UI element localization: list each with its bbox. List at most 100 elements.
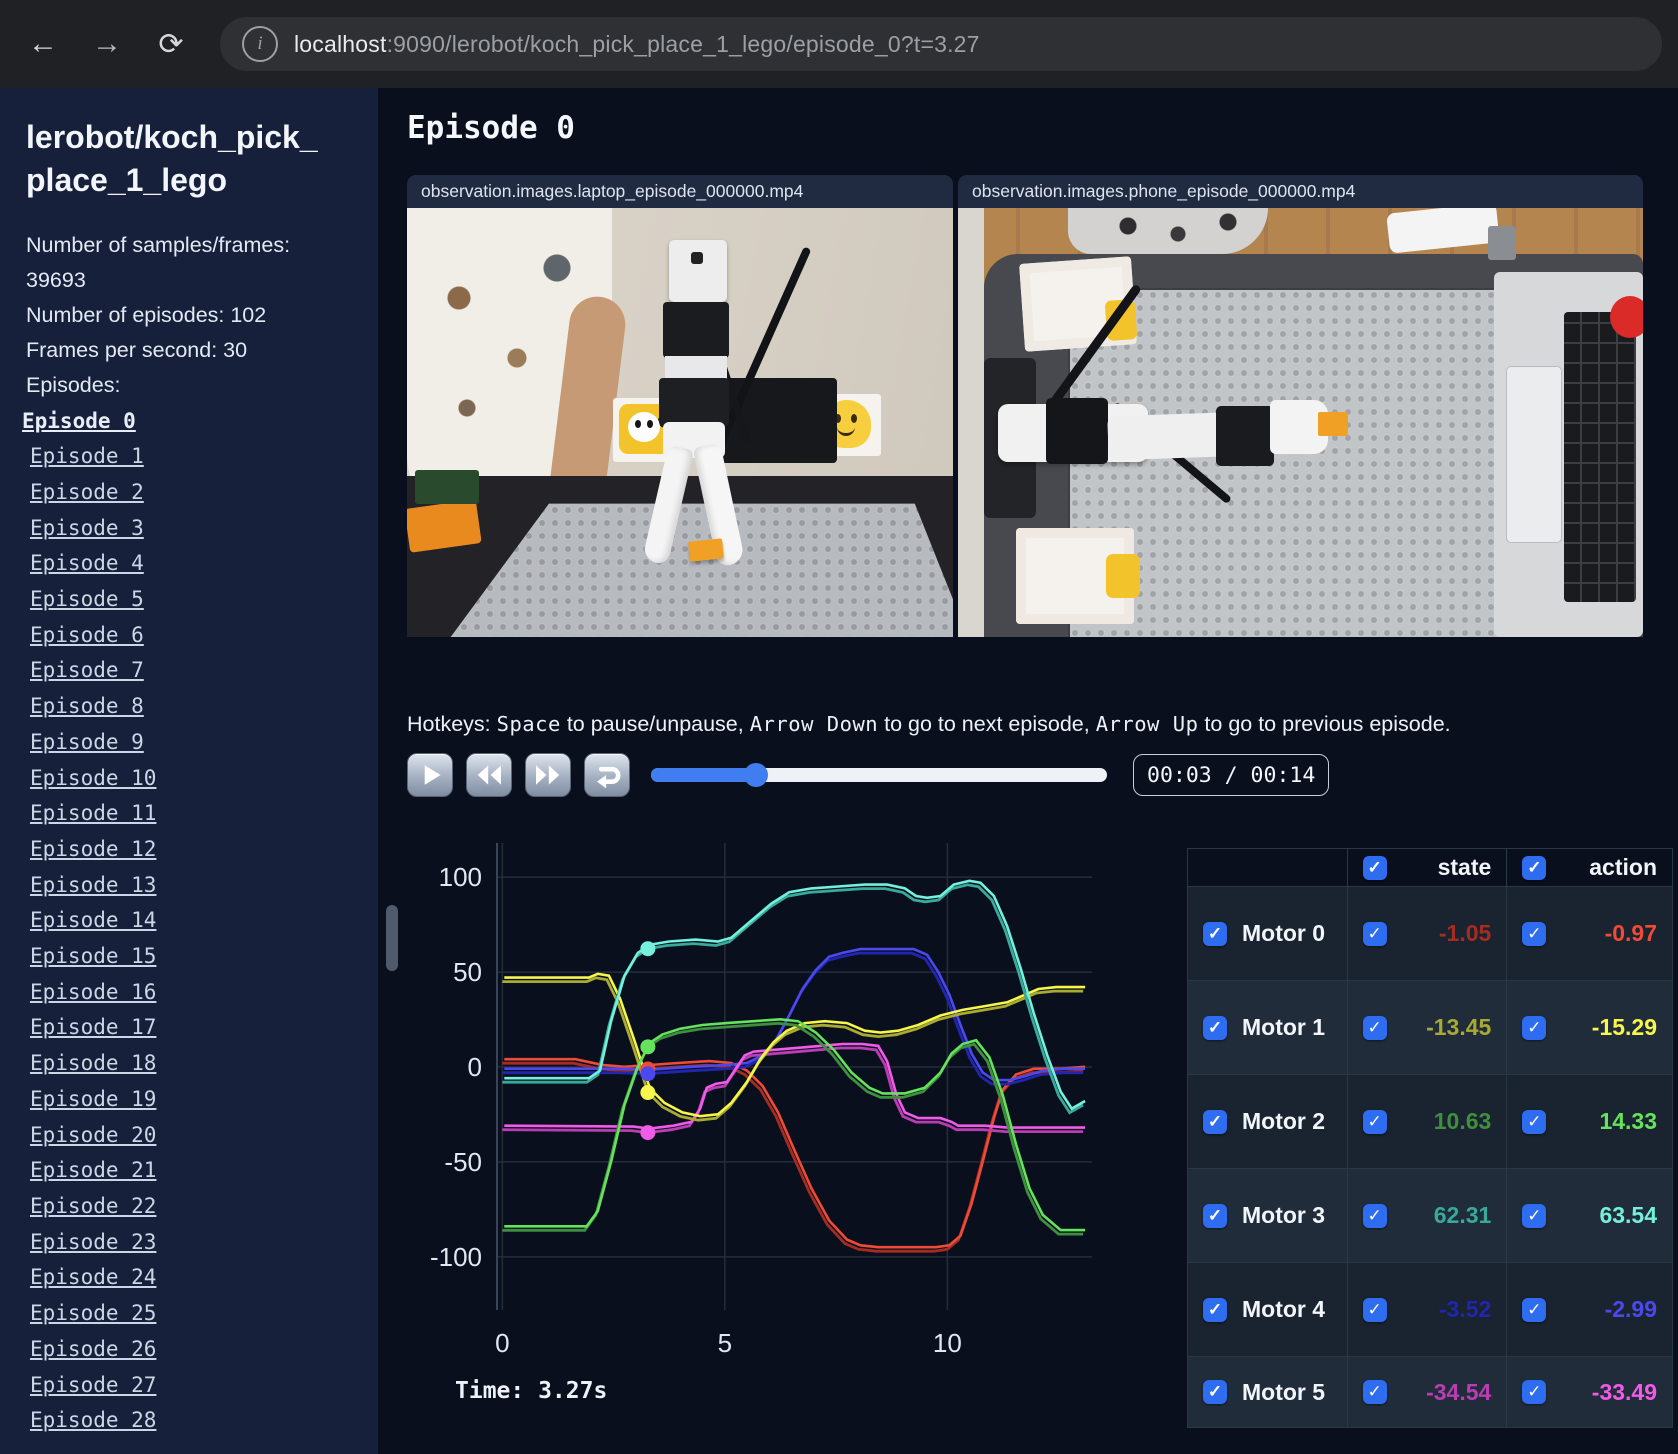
episode-link[interactable]: Episode 15 <box>30 944 156 968</box>
motor-state-checkbox[interactable]: ✓ <box>1362 1297 1387 1322</box>
series-action-motor-5 <box>504 1042 1086 1130</box>
page-info-icon[interactable]: i <box>242 26 278 62</box>
motor-chart[interactable]: 100 50 0 -50 -100 0 5 10 <box>378 795 1108 1361</box>
series-state-motor-5 <box>502 1046 1084 1135</box>
episode-link[interactable]: Episode 20 <box>30 1123 156 1147</box>
episode-link[interactable]: Episode 22 <box>30 1194 156 1218</box>
episode-list-item: Episode 11 <box>30 797 378 833</box>
wall-strip <box>958 208 984 637</box>
motor-state-value: -34.54 <box>1426 1378 1492 1405</box>
episode-link[interactable]: Episode 2 <box>30 480 144 504</box>
episode-link[interactable]: Episode 4 <box>30 551 144 575</box>
motor-action-checkbox[interactable]: ✓ <box>1522 1203 1547 1228</box>
browser-toolbar: ← → ⟳ i localhost:9090/lerobot/koch_pick… <box>0 0 1678 88</box>
episode-link[interactable]: Episode 25 <box>30 1301 156 1325</box>
motor-row: ✓ Motor 1 ✓ -13.45 ✓ -15.29 <box>1187 980 1673 1075</box>
reload-icon[interactable]: ⟳ <box>150 27 192 62</box>
motor-state-checkbox[interactable]: ✓ <box>1362 1015 1387 1040</box>
episode-link[interactable]: Episode 28 <box>30 1408 156 1432</box>
episode-link[interactable]: Episode 16 <box>30 980 156 1004</box>
episode-link[interactable]: Episode 27 <box>30 1373 156 1397</box>
rewind-button[interactable] <box>466 753 512 797</box>
cursor-dot-motor-2 <box>640 1039 656 1055</box>
sticker-bottom <box>1106 554 1140 598</box>
episode-list-item: Episode 3 <box>30 512 378 548</box>
episode-link[interactable]: Episode 7 <box>30 658 144 682</box>
episode-link[interactable]: Episode 18 <box>30 1051 156 1075</box>
episode-link[interactable]: Episode 11 <box>30 801 156 825</box>
motor-state-value: 10.63 <box>1433 1108 1492 1134</box>
address-bar[interactable]: i localhost:9090/lerobot/koch_pick_place… <box>220 17 1662 71</box>
episode-list-item: Episode 9 <box>30 726 378 762</box>
forward-icon[interactable]: → <box>86 27 128 61</box>
episode-link[interactable]: Episode 10 <box>30 766 156 790</box>
motor-checkbox[interactable]: ✓ <box>1203 1015 1227 1040</box>
svg-text:-100: -100 <box>430 1242 482 1272</box>
motor-action-checkbox[interactable]: ✓ <box>1522 1297 1547 1322</box>
page-title: Episode 0 <box>407 110 575 146</box>
chart-time-label: Time: 3.27s <box>455 1378 608 1404</box>
motor-label: Motor 3 <box>1242 1202 1326 1228</box>
episode-link[interactable]: Episode 21 <box>30 1158 156 1182</box>
emoji-panda-eye-left <box>635 420 641 428</box>
episode-link[interactable]: Episode 24 <box>30 1265 156 1289</box>
laptop-keyboard <box>1564 312 1636 602</box>
robot-motor-mid <box>659 378 729 426</box>
video-laptop-title: observation.images.laptop_episode_000000… <box>407 175 953 208</box>
episode-link[interactable]: Episode 14 <box>30 908 156 932</box>
video-phone[interactable]: observation.images.phone_episode_000000.… <box>958 175 1643 637</box>
motor-action-checkbox[interactable]: ✓ <box>1522 1109 1547 1134</box>
seek-slider[interactable] <box>651 763 1107 787</box>
arm-joint-2 <box>1216 406 1274 466</box>
action-checkbox[interactable]: ✓ <box>1522 855 1547 880</box>
svg-text:100: 100 <box>439 862 482 892</box>
episode-link[interactable]: Episode 26 <box>30 1337 156 1361</box>
video-laptop[interactable]: observation.images.laptop_episode_000000… <box>407 175 953 637</box>
episode-link[interactable]: Episode 1 <box>30 444 144 468</box>
loop-icon <box>597 766 621 789</box>
lego-block-top <box>1318 412 1348 436</box>
motor-state-checkbox[interactable]: ✓ <box>1362 1203 1387 1228</box>
motor-label: Motor 2 <box>1242 1108 1326 1134</box>
episode-link[interactable]: Episode 9 <box>30 730 144 754</box>
motor-state-checkbox[interactable]: ✓ <box>1362 921 1387 946</box>
motor-checkbox[interactable]: ✓ <box>1203 1109 1227 1134</box>
episode-link[interactable]: Episode 23 <box>30 1230 156 1254</box>
play-button[interactable] <box>407 753 453 797</box>
motor-action-checkbox[interactable]: ✓ <box>1522 921 1547 946</box>
motor-row: ✓ Motor 0 ✓ -1.05 ✓ -0.97 <box>1187 886 1673 981</box>
episode-link[interactable]: Episode 13 <box>30 873 156 897</box>
episode-link[interactable]: Episode 8 <box>30 694 144 718</box>
fast-forward-button[interactable] <box>525 753 571 797</box>
motor-checkbox[interactable]: ✓ <box>1203 1297 1227 1322</box>
url-text: localhost:9090/lerobot/koch_pick_place_1… <box>294 31 980 58</box>
motor-label: Motor 4 <box>1242 1296 1326 1322</box>
motor-checkbox[interactable]: ✓ <box>1203 1203 1227 1228</box>
motor-checkbox[interactable]: ✓ <box>1203 921 1227 946</box>
series-action-motor-4 <box>504 947 1086 1082</box>
robot-motor-top <box>663 302 729 358</box>
motor-label: Motor 5 <box>1242 1378 1326 1405</box>
episode-link[interactable]: Episode 19 <box>30 1087 156 1111</box>
motor-state-checkbox[interactable]: ✓ <box>1362 1109 1387 1134</box>
episode-link[interactable]: Episode 6 <box>30 623 144 647</box>
episode-link[interactable]: Episode 5 <box>30 587 144 611</box>
loop-button[interactable] <box>584 753 630 797</box>
state-checkbox[interactable]: ✓ <box>1362 855 1387 880</box>
episode-list-item: Episode 27 <box>30 1369 378 1405</box>
motor-action-checkbox[interactable]: ✓ <box>1522 1015 1547 1040</box>
episode-link[interactable]: Episode 3 <box>30 516 144 540</box>
motor-checkbox[interactable]: ✓ <box>1203 1380 1227 1404</box>
seek-slider-thumb[interactable] <box>743 763 768 787</box>
fast-forward-icon <box>536 765 560 785</box>
episode-link[interactable]: Episode 12 <box>30 837 156 861</box>
episode-list-item: Episode 24 <box>30 1261 378 1297</box>
episode-link[interactable]: Episode 0 <box>22 409 136 433</box>
header-action: ✓ action <box>1506 848 1673 887</box>
motor-state-value: -1.05 <box>1438 920 1492 946</box>
motor-action-checkbox[interactable]: ✓ <box>1522 1380 1547 1404</box>
dataset-title: lerobot/koch_pick_place_1_lego <box>26 119 318 199</box>
episode-link[interactable]: Episode 17 <box>30 1015 156 1039</box>
back-icon[interactable]: ← <box>22 27 64 61</box>
motor-state-checkbox[interactable]: ✓ <box>1362 1380 1387 1404</box>
